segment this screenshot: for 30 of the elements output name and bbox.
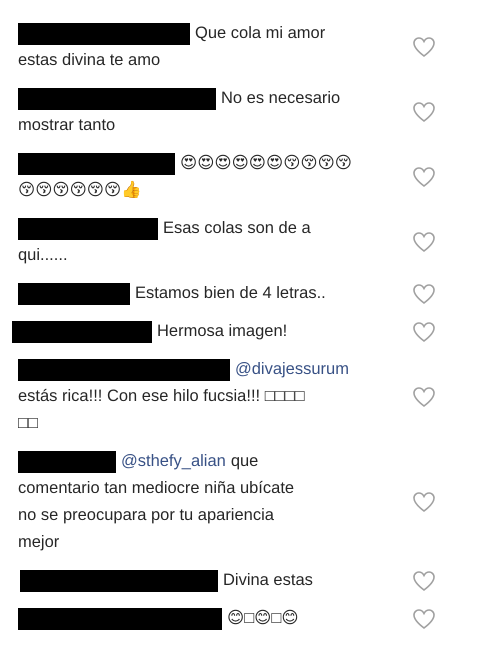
comment-text: 😍😍😍😍😍😍😚😚😚😚	[180, 153, 352, 174]
heart-icon[interactable]	[412, 386, 436, 408]
comment-text: mejor	[18, 532, 60, 553]
mention-link[interactable]: @divajessurum	[235, 356, 349, 383]
heart-icon[interactable]	[412, 570, 436, 592]
comment-text: estas divina te amo	[18, 50, 162, 71]
heart-icon[interactable]	[412, 231, 436, 253]
mention-link[interactable]: @sthefy_alian	[121, 448, 226, 475]
comment-text: No es necesario	[221, 88, 340, 109]
comment-text: Hermosa imagen!	[157, 321, 288, 342]
heart-icon[interactable]	[412, 608, 436, 630]
heart-icon[interactable]	[412, 282, 436, 304]
heart-icon[interactable]	[412, 166, 436, 188]
heart-icon[interactable]	[412, 320, 436, 342]
comment-text: □□	[18, 413, 39, 434]
heart-icon[interactable]	[412, 36, 436, 58]
comment-text: mostrar tanto	[18, 115, 116, 136]
comment-text: no se preocupara por tu apariencia	[18, 505, 275, 526]
comment-text: Que cola mi amor	[195, 23, 326, 44]
comment-text: qui......	[18, 245, 69, 266]
comment-text: Estamos bien de 4 letras..	[135, 283, 326, 304]
comment-text: Divina estas	[223, 570, 313, 591]
comment-text: que	[230, 451, 258, 472]
heart-icon[interactable]	[412, 491, 436, 513]
comment-text: 😚😚😚😚😚😚👍	[18, 180, 144, 201]
comment-text: comentario tan mediocre niña ubícate	[18, 478, 296, 499]
heart-icon[interactable]	[412, 101, 436, 123]
comment-text: estás rica!!! Con ese hilo fucsia!!! □□□□	[18, 386, 306, 407]
comment-text: 😊□😊□😊	[227, 608, 299, 629]
comment-text: Esas colas son de a	[163, 218, 311, 239]
